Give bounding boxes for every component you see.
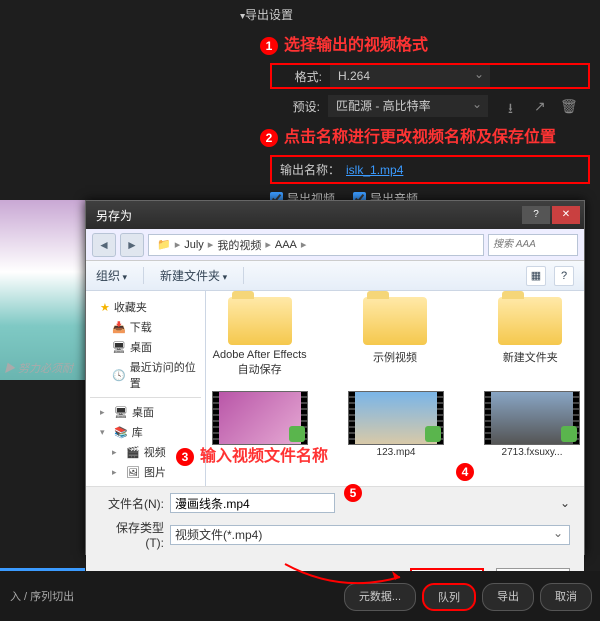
annotation-4: 4 <box>456 463 480 481</box>
inout-label: 入 / 序列切出 <box>10 588 74 604</box>
export-button[interactable]: 导出 <box>482 583 534 611</box>
folder-item[interactable]: 示例视频 <box>347 297 442 377</box>
preset-select[interactable]: 匹配源 - 高比特率 <box>328 95 488 117</box>
annotation-3: 3输入视频文件名称 <box>176 442 328 466</box>
forward-button[interactable]: ► <box>120 233 144 257</box>
dialog-title: 另存为 <box>96 207 132 224</box>
download-preset-icon[interactable]: ⭳ <box>508 98 524 114</box>
filetype-select[interactable]: 视频文件(*.mp4) <box>170 525 570 545</box>
format-select[interactable]: H.264 <box>330 65 490 87</box>
export-settings-header[interactable]: 导出设置 <box>240 6 590 23</box>
annotation-5: 5 <box>344 484 368 502</box>
delete-preset-icon[interactable]: 🗑 <box>560 98 576 114</box>
preset-label: 预设: <box>270 98 320 115</box>
tree-documents[interactable]: ▸📄文档 <box>90 482 201 486</box>
format-row: 格式: H.264 <box>270 63 590 89</box>
tree-desktop[interactable]: 🖥桌面 <box>90 337 201 357</box>
queue-button[interactable]: 队列 <box>422 583 476 611</box>
toolbar: 组织 新建文件夹 ▦ ? <box>86 261 584 291</box>
preview-thumbnail <box>0 200 90 380</box>
organize-button[interactable]: 组织 <box>96 267 144 284</box>
tree-libraries[interactable]: ▾📚库 <box>90 422 201 442</box>
close-button[interactable]: ✕ <box>552 206 580 224</box>
nav-bar: ◄ ► 📁▸ July▸ 我的视频▸ AAA▸ <box>86 229 584 261</box>
view-mode-icon[interactable]: ▦ <box>526 266 546 286</box>
preset-row: 预设: 匹配源 - 高比特率 ⭳ ↗ 🗑 <box>270 95 590 117</box>
tree-downloads[interactable]: 📥下载 <box>90 317 201 337</box>
video-thumb[interactable]: 123.mp4 <box>348 391 444 458</box>
filetype-label: 保存类型(T): <box>100 519 164 550</box>
video-thumb[interactable]: 2713.fxsuxy... <box>484 391 580 458</box>
annotation-1: 1选择输出的视频格式 <box>260 31 590 55</box>
search-input[interactable] <box>488 234 578 256</box>
breadcrumb[interactable]: 📁▸ July▸ 我的视频▸ AAA▸ <box>148 234 484 256</box>
output-name-link[interactable]: islk_1.mp4 <box>346 163 403 177</box>
tree-recent[interactable]: 🕓最近访问的位置 <box>90 357 201 393</box>
help-button[interactable]: ? <box>522 206 550 224</box>
folder-item[interactable]: 新建文件夹 <box>483 297 578 377</box>
help-icon[interactable]: ? <box>554 266 574 286</box>
watermark-text: ▶ 努力必须耐 <box>4 360 73 376</box>
import-preset-icon[interactable]: ↗ <box>534 98 550 114</box>
folder-item[interactable]: Adobe After Effects 自动保存 <box>212 297 307 377</box>
dialog-titlebar[interactable]: 另存为 ? ✕ <box>86 201 584 229</box>
save-as-dialog: 另存为 ? ✕ ◄ ► 📁▸ July▸ 我的视频▸ AAA▸ 组织 新建文件夹… <box>85 200 585 555</box>
cancel-export-button[interactable]: 取消 <box>540 583 592 611</box>
filename-dropdown-icon[interactable]: ⌄ <box>560 496 570 510</box>
filename-label: 文件名(N): <box>100 495 164 512</box>
new-folder-button[interactable]: 新建文件夹 <box>160 267 244 284</box>
back-button[interactable]: ◄ <box>92 233 116 257</box>
tree-favorites[interactable]: ★收藏夹 <box>90 297 201 317</box>
annotation-arrow <box>280 559 410 599</box>
format-label: 格式: <box>272 68 322 85</box>
output-name-row: 输出名称： islk_1.mp4 <box>270 155 590 184</box>
filename-input[interactable] <box>170 493 335 513</box>
tree-desktop2[interactable]: ▸🖥桌面 <box>90 402 201 422</box>
output-name-label: 输出名称： <box>280 161 340 178</box>
annotation-2: 2点击名称进行更改视频名称及保存位置 <box>260 123 590 147</box>
